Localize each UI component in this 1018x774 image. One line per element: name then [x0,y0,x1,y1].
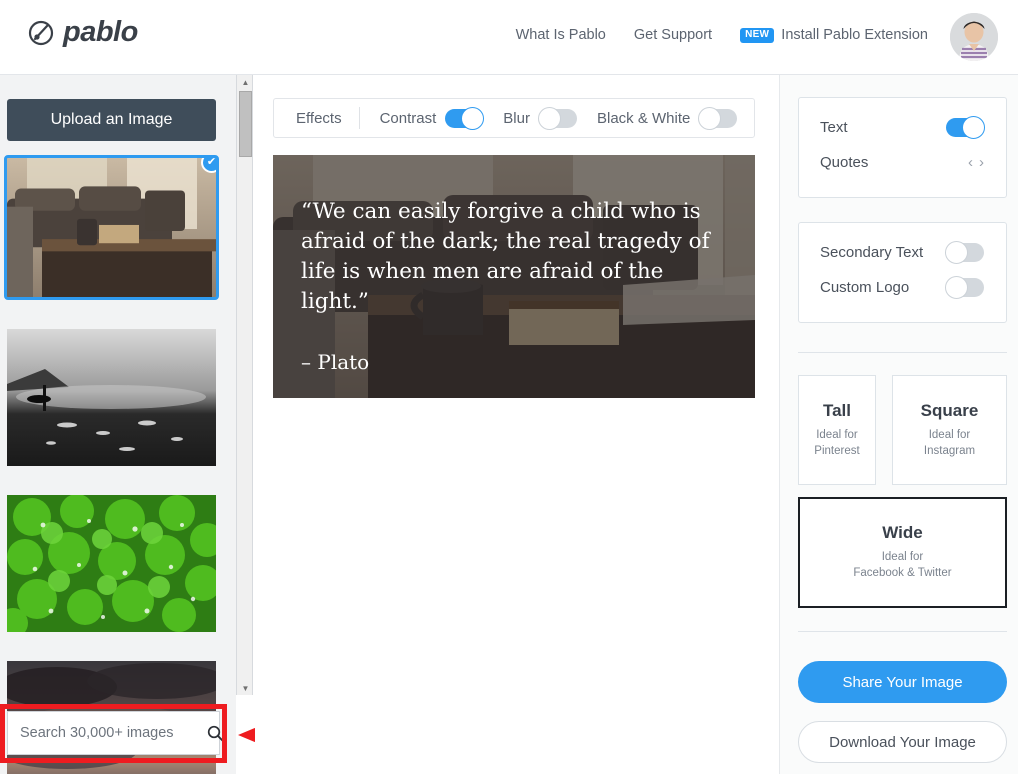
upload-image-button[interactable]: Upload an Image [7,99,216,141]
thumbnail-green-clover[interactable] [7,495,216,632]
install-extension-label: Install Pablo Extension [781,27,928,43]
quotes-nav[interactable]: ‹ › [968,155,984,170]
thumbnail-living-room[interactable]: ✔ [4,155,219,300]
editor-canvas-area: Effects Contrast Blur Black & White “We … [255,75,779,774]
toggle-text[interactable] [946,116,985,139]
panel-divider-bottom [798,631,1007,632]
effect-contrast-label: Contrast [379,109,437,127]
effects-toolbar: Effects Contrast Blur Black & White [273,98,755,138]
size-tall-sub: Ideal for Pinterest [814,428,860,457]
toggle-knob [945,241,968,264]
search-bar[interactable] [7,711,224,755]
secondary-text-row: Secondary Text [799,235,1006,270]
nav-install-extension[interactable]: NEW Install Pablo Extension [740,27,928,43]
logo[interactable]: pablo [28,16,138,49]
download-image-button[interactable]: Download Your Image [798,721,1007,763]
size-option-square[interactable]: Square Ideal for Instagram [892,375,1007,485]
size-square-sub: Ideal for Instagram [923,428,976,457]
chevron-right-icon[interactable]: › [979,155,984,170]
thumbnail-beach-surfer[interactable] [7,329,216,466]
size-wide-title: Wide [882,523,923,543]
circle-brush-icon [28,20,54,46]
extra-settings-card: Secondary Text Custom Logo [798,222,1007,323]
scroll-down-icon[interactable]: ▼ [237,681,254,695]
avatar[interactable] [950,13,998,61]
toggle-knob [537,106,561,130]
toggle-contrast[interactable] [445,106,485,130]
size-option-wide[interactable]: Wide Ideal for Facebook & Twitter [798,497,1007,608]
library-scrollbar[interactable]: ▲ ▼ [236,75,253,695]
brand-name: pablo [63,16,138,48]
search-icon[interactable] [207,725,224,742]
app-header: pablo What Is Pablo Get Support NEW Inst… [0,0,1018,75]
custom-logo-row: Custom Logo [799,270,1006,305]
share-image-button[interactable]: Share Your Image [798,661,1007,703]
panel-divider [798,352,1007,353]
effect-blur-label: Blur [503,109,530,127]
quote-author: – Plato [301,350,370,375]
effect-contrast[interactable]: Contrast [360,106,485,130]
quote-block[interactable]: “We can easily forgive a child who is af… [301,197,725,374]
thumbnail-list: ✔ [4,155,223,774]
pablo-app: pablo What Is Pablo Get Support NEW Inst… [0,0,1018,774]
toggle-knob [461,106,485,130]
quote-text: “We can easily forgive a child who is af… [301,199,710,315]
effect-black-white[interactable]: Black & White [577,106,738,130]
effect-black-white-label: Black & White [596,109,691,127]
header-nav: What Is Pablo Get Support NEW Install Pa… [516,27,928,43]
quotes-label: Quotes [820,154,869,171]
custom-logo-label: Custom Logo [820,279,910,296]
nav-what-is-pablo[interactable]: What Is Pablo [516,27,606,43]
image-library-panel: Upload an Image ✔ [0,75,236,774]
selected-check-icon: ✔ [201,158,216,173]
preview-canvas[interactable]: “We can easily forgive a child who is af… [273,155,755,398]
toggle-knob [962,116,985,139]
effect-blur[interactable]: Blur [483,106,577,130]
text-settings-card: Text Quotes ‹ › [798,97,1007,198]
toggle-black-white[interactable] [698,106,738,130]
search-input[interactable] [20,725,207,741]
toggle-knob [945,276,968,299]
nav-get-support[interactable]: Get Support [634,27,712,43]
new-badge: NEW [740,27,775,43]
size-tall-title: Tall [822,400,852,420]
size-option-tall[interactable]: Tall Ideal for Pinterest [798,375,876,485]
scroll-up-icon[interactable]: ▲ [237,75,254,89]
secondary-text-label: Secondary Text [820,244,924,261]
chevron-left-icon[interactable]: ‹ [968,155,973,170]
settings-panel: Text Quotes ‹ › Secondary Text Custom Lo… [779,75,1018,774]
effects-label: Effects [296,109,342,127]
text-label: Text [820,119,848,136]
toggle-secondary-text[interactable] [945,241,984,264]
text-toggle-row: Text [799,110,1006,145]
toggle-knob [698,106,722,130]
size-square-title: Square [920,400,979,420]
toggle-blur[interactable] [537,106,577,130]
quotes-row: Quotes ‹ › [799,145,1006,180]
toggle-custom-logo[interactable] [945,276,984,299]
scrollbar-thumb[interactable] [239,91,252,157]
size-wide-sub: Ideal for Facebook & Twitter [853,551,952,579]
